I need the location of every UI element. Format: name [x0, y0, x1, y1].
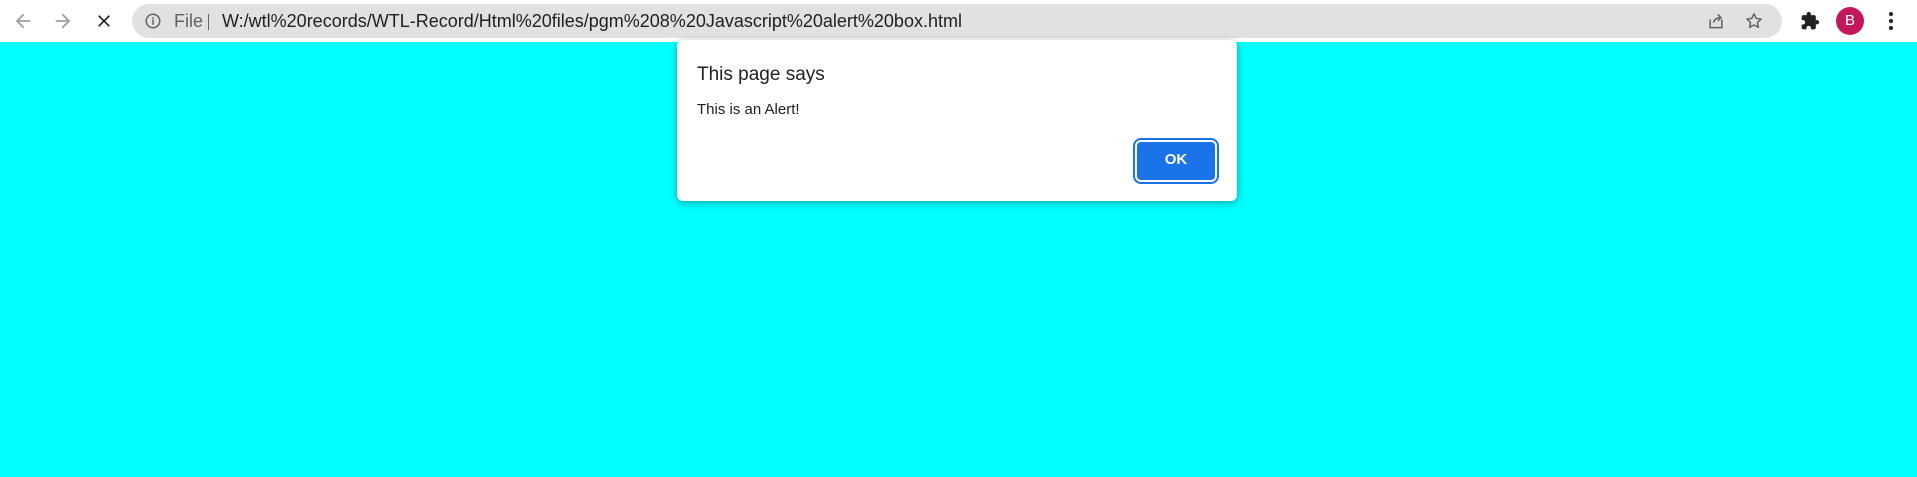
extensions-button[interactable]: [1797, 8, 1823, 34]
kebab-menu-icon: [1889, 12, 1893, 30]
info-icon[interactable]: [144, 12, 162, 30]
alert-title: This page says: [697, 64, 825, 85]
arrow-left-icon: [15, 13, 31, 29]
stop-loading-button[interactable]: [89, 6, 119, 36]
ok-button[interactable]: OK: [1137, 142, 1215, 180]
arrow-right-icon: [55, 13, 71, 29]
address-bar[interactable]: File W:/wtl%20records/WTL-Record/Html%20…: [132, 4, 1782, 38]
url-scheme-label: File: [174, 11, 204, 31]
browser-toolbar: File W:/wtl%20records/WTL-Record/Html%20…: [0, 0, 1917, 42]
url-divider: [208, 14, 209, 30]
alert-dialog: This page says This is an Alert! OK: [677, 40, 1237, 201]
forward-button[interactable]: [48, 6, 78, 36]
url-text[interactable]: W:/wtl%20records/WTL-Record/Html%20files…: [222, 4, 962, 38]
back-button[interactable]: [8, 6, 38, 36]
share-icon: [1709, 13, 1723, 29]
browser-menu-button[interactable]: [1878, 8, 1904, 34]
puzzle-icon: [1801, 11, 1820, 30]
profile-avatar[interactable]: B: [1836, 7, 1864, 35]
share-button[interactable]: [1704, 9, 1728, 33]
star-icon: [1746, 13, 1762, 29]
alert-message: This is an Alert!: [697, 101, 800, 118]
bookmark-button[interactable]: [1742, 9, 1766, 33]
close-icon: [98, 15, 110, 27]
